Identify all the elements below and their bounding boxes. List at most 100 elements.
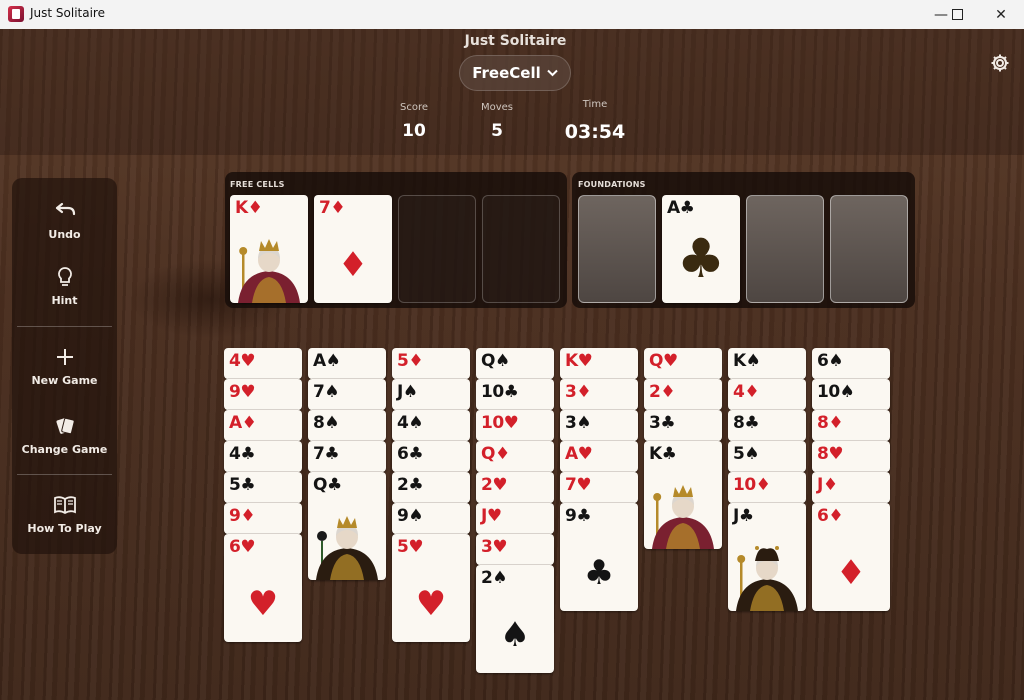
tableau-card[interactable]: 8♠ (308, 410, 386, 441)
tableau-card[interactable]: 6♦ ♦ (812, 503, 890, 611)
tableau-card[interactable]: A♦ (224, 410, 302, 441)
foundations-label: FOUNDATIONS (578, 180, 646, 189)
tableau-card[interactable]: 9♥ (224, 379, 302, 410)
cards-icon (55, 417, 75, 435)
tableau-card[interactable]: J♣ (728, 503, 806, 611)
maximize-button[interactable] (934, 0, 980, 29)
free-cell-slot[interactable] (398, 195, 476, 303)
tableau-card[interactable]: A♠ (308, 348, 386, 379)
card-rank-suit: J♠ (397, 382, 418, 402)
tableau-card[interactable]: Q♦ (476, 441, 554, 472)
card-rank-suit: A♠ (313, 351, 341, 371)
tableau-card[interactable]: 5♣ (224, 472, 302, 503)
card-rank-suit: A♥ (565, 444, 593, 464)
app-logo-icon (8, 6, 24, 22)
plus-icon (56, 349, 73, 365)
new-game-label: New Game (31, 374, 98, 387)
ace-emblem: ♣ (676, 227, 726, 290)
card-rank-suit: 6♦ (817, 506, 844, 526)
tableau-card[interactable]: 4♥ (224, 348, 302, 379)
tableau-card[interactable]: 10♠ (812, 379, 890, 410)
foundation-slot[interactable] (578, 195, 656, 303)
card-rank-suit: K♥ (565, 351, 593, 371)
tableau-card[interactable]: 3♠ (560, 410, 638, 441)
card-center-pip: ♣ (583, 553, 615, 593)
sidebar: Undo Hint New Game Change Game How To Pl… (12, 178, 117, 554)
how-to-play-label: How To Play (27, 522, 102, 535)
foundation-card[interactable]: A♣ ♣ (662, 195, 740, 303)
tableau-card[interactable]: J♦ (812, 472, 890, 503)
card-rank-suit: 10♠ (817, 382, 855, 402)
tableau-card[interactable]: 3♥ (476, 534, 554, 565)
tableau-card[interactable]: 8♣ (728, 410, 806, 441)
change-game-button[interactable]: Change Game (12, 415, 117, 456)
tableau-card[interactable]: 10♥ (476, 410, 554, 441)
tableau-card[interactable]: 3♦ (560, 379, 638, 410)
tableau-card[interactable]: 5♠ (728, 441, 806, 472)
tableau-card[interactable]: 2♥ (476, 472, 554, 503)
card-rank-suit: 8♣ (733, 413, 760, 433)
tableau-card[interactable]: 5♦ (392, 348, 470, 379)
free-cell-card[interactable]: K♦ (230, 195, 308, 303)
chevron-down-icon (547, 69, 558, 77)
tableau-card[interactable]: J♠ (392, 379, 470, 410)
card-rank-suit: 10♣ (481, 382, 519, 402)
tableau-card[interactable]: J♥ (476, 503, 554, 534)
tableau-card[interactable]: 6♥ ♥ (224, 534, 302, 642)
tableau-card[interactable]: 7♥ (560, 472, 638, 503)
tableau-card[interactable]: Q♠ (476, 348, 554, 379)
game-mode-dropdown[interactable]: FreeCell (459, 55, 571, 91)
king-portrait (646, 475, 720, 549)
tableau-card[interactable]: 2♦ (644, 379, 722, 410)
close-button[interactable]: ✕ (978, 0, 1024, 29)
tableau-card[interactable]: K♣ (644, 441, 722, 549)
new-game-button[interactable]: New Game (12, 346, 117, 387)
time-label: Time (582, 99, 608, 110)
tableau-card[interactable]: 2♠ ♠ (476, 565, 554, 673)
card-rank-suit: 4♠ (397, 413, 424, 433)
sidebar-divider (17, 474, 112, 475)
tableau-card[interactable]: Q♥ (644, 348, 722, 379)
tableau-card[interactable]: 2♣ (392, 472, 470, 503)
settings-button[interactable] (990, 53, 1010, 73)
app-name-heading: Just Solitaire (464, 33, 567, 49)
tableau-card[interactable]: 9♠ (392, 503, 470, 534)
foundation-slot[interactable] (830, 195, 908, 303)
foundation-slot[interactable] (746, 195, 824, 303)
card-rank-suit: 2♠ (481, 568, 508, 588)
tableau-card[interactable]: 10♣ (476, 379, 554, 410)
tableau-card[interactable]: A♥ (560, 441, 638, 472)
tableau-card[interactable]: Q♣ (308, 472, 386, 580)
undo-label: Undo (48, 228, 81, 241)
card-rank-suit: J♦ (817, 475, 838, 495)
tableau-card[interactable]: 8♦ (812, 410, 890, 441)
card-rank-suit: 8♦ (817, 413, 844, 433)
card-center-pip: ♦ (835, 553, 867, 593)
undo-button[interactable]: Undo (12, 200, 117, 241)
free-cell-card[interactable]: 7♦ ♦ (314, 195, 392, 303)
tableau-card[interactable]: 8♥ (812, 441, 890, 472)
tableau-card[interactable]: 7♠ (308, 379, 386, 410)
tableau-card[interactable]: 4♣ (224, 441, 302, 472)
tableau-card[interactable]: 9♣ ♣ (560, 503, 638, 611)
tableau-card[interactable]: 10♦ (728, 472, 806, 503)
tableau-card[interactable]: K♠ (728, 348, 806, 379)
tableau-card[interactable]: 6♣ (392, 441, 470, 472)
card-rank-suit: 3♥ (481, 537, 508, 557)
undo-icon (55, 202, 75, 216)
hint-button[interactable]: Hint (12, 266, 117, 307)
card-rank-suit: Q♣ (313, 475, 342, 495)
how-to-play-button[interactable]: How To Play (12, 494, 117, 535)
tableau-card[interactable]: 9♦ (224, 503, 302, 534)
tableau-card[interactable]: K♥ (560, 348, 638, 379)
card-rank-suit: 4♥ (229, 351, 256, 371)
tableau-card[interactable]: 4♠ (392, 410, 470, 441)
tableau-card[interactable]: 6♠ (812, 348, 890, 379)
card-rank-suit: 6♥ (229, 537, 256, 557)
tableau-card[interactable]: 4♦ (728, 379, 806, 410)
free-cell-slot[interactable] (482, 195, 560, 303)
tableau-card[interactable]: 3♣ (644, 410, 722, 441)
tableau-card[interactable]: 7♣ (308, 441, 386, 472)
tableau-card[interactable]: 5♥ ♥ (392, 534, 470, 642)
card-rank-suit: 9♠ (397, 506, 424, 526)
